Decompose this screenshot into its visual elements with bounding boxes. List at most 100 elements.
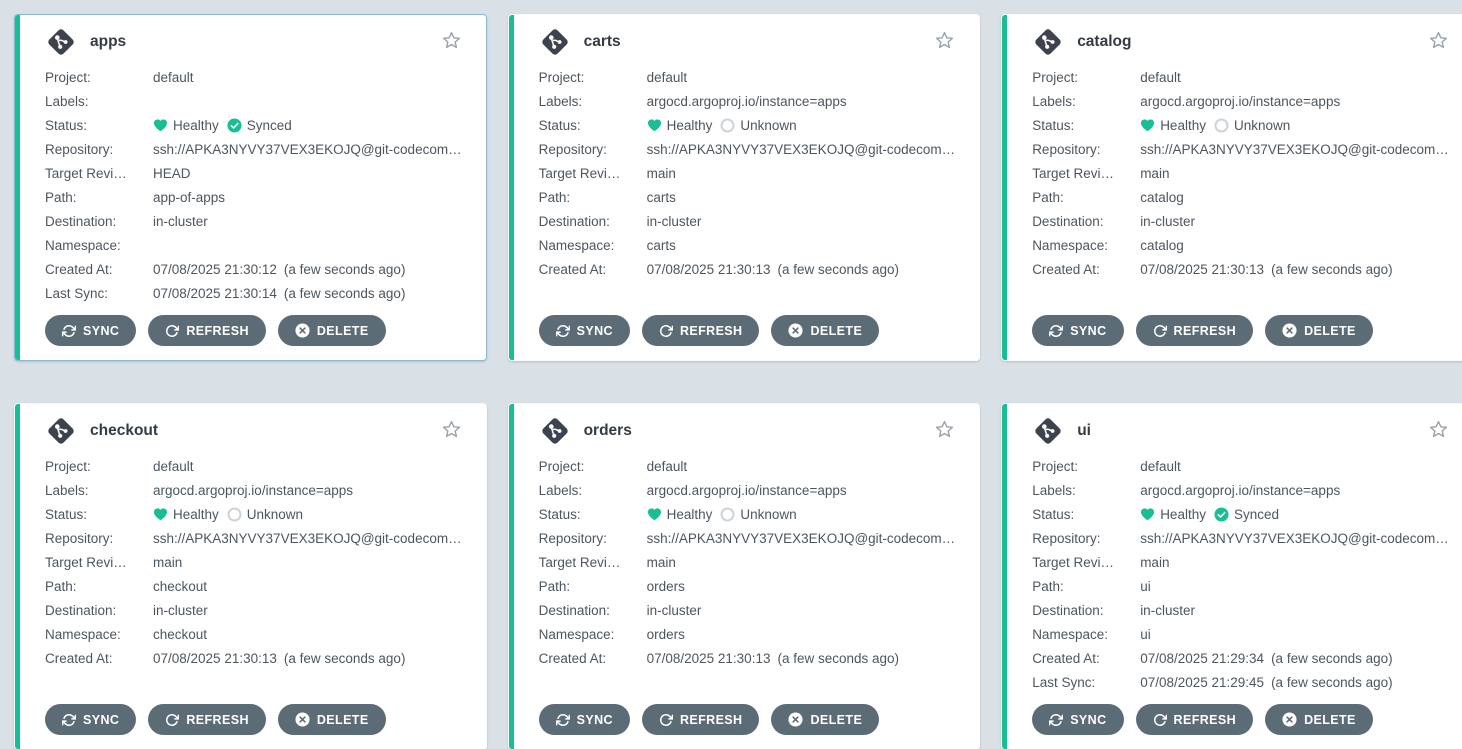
sync-button-label: SYNC — [83, 324, 119, 338]
created-at-value: 07/08/2025 21:29:34 (a few seconds ago) — [1140, 651, 1449, 666]
sync-button[interactable]: SYNC — [45, 315, 136, 346]
sync-button[interactable]: SYNC — [1032, 315, 1123, 346]
star-icon — [441, 30, 462, 54]
path-label: Path: — [45, 190, 153, 205]
delete-button[interactable]: DELETE — [771, 315, 879, 346]
path-label: Path: — [539, 579, 647, 594]
row-created-at: Created At: 07/08/2025 21:30:13(a few se… — [45, 646, 462, 670]
destination-value: in-cluster — [153, 214, 462, 229]
created-at-label: Created At: — [539, 262, 647, 277]
row-project: Project: default — [45, 454, 462, 478]
status-value: Healthy Synced — [153, 118, 462, 133]
row-repository: Repository: ssh://APKA3NYVY37VEX3EKOJQ@g… — [1032, 137, 1449, 161]
created-at-relative: (a few seconds ago) — [284, 651, 406, 666]
repository-value: ssh://APKA3NYVY37VEX3EKOJQ@git-codecom… — [1140, 142, 1449, 157]
sync-button[interactable]: SYNC — [539, 315, 630, 346]
path-value: catalog — [1140, 190, 1449, 205]
created-at-value: 07/08/2025 21:30:13(a few seconds ago) — [647, 262, 956, 277]
refresh-icon — [659, 713, 673, 727]
status-value: Healthy Unknown — [647, 118, 956, 133]
refresh-button[interactable]: REFRESH — [1136, 315, 1254, 346]
labels-value: argocd.argoproj.io/instance=apps — [1140, 483, 1449, 498]
refresh-button[interactable]: REFRESH — [148, 315, 266, 346]
application-card[interactable]: ui Project: default Labels: argocd.argop… — [1001, 403, 1462, 749]
sync-icon — [1049, 713, 1063, 727]
favorite-star-button[interactable] — [1428, 30, 1449, 54]
unknown-circle-icon — [227, 507, 242, 522]
destination-label: Destination: — [539, 603, 647, 618]
applications-grid: apps Project: default Labels: Status: — [0, 0, 1462, 749]
delete-button-label: DELETE — [1304, 324, 1356, 338]
created-at-value: 07/08/2025 21:30:13(a few seconds ago) — [647, 651, 956, 666]
refresh-button[interactable]: REFRESH — [1136, 704, 1254, 735]
row-project: Project: default — [1032, 65, 1449, 89]
application-title: orders — [584, 422, 632, 440]
row-created-at: Created At: 07/08/2025 21:30:13(a few se… — [539, 646, 956, 670]
refresh-icon — [1153, 713, 1167, 727]
application-card[interactable]: carts Project: default Labels: argocd.ar… — [508, 14, 981, 361]
row-repository: Repository: ssh://APKA3NYVY37VEX3EKOJQ@g… — [1032, 526, 1449, 550]
application-card[interactable]: orders Project: default Labels: argocd.a… — [508, 403, 981, 749]
project-value: default — [153, 70, 462, 85]
namespace-label: Namespace: — [45, 238, 153, 253]
delete-icon — [1282, 323, 1297, 338]
row-namespace: Namespace: orders — [539, 622, 956, 646]
application-card[interactable]: apps Project: default Labels: Status: — [14, 14, 487, 361]
row-path: Path: orders — [539, 574, 956, 598]
row-target-revision: Target Revi… main — [45, 550, 462, 574]
namespace-label: Namespace: — [1032, 627, 1140, 642]
favorite-star-button[interactable] — [1428, 419, 1449, 443]
card-actions: SYNC REFRESH DELETE — [45, 694, 462, 735]
refresh-button[interactable]: REFRESH — [148, 704, 266, 735]
target-revision-value: main — [153, 555, 462, 570]
path-label: Path: — [1032, 190, 1140, 205]
card-fields: Project: default Labels: argocd.argoproj… — [1032, 65, 1449, 305]
application-git-icon — [45, 26, 77, 58]
created-at-relative: (a few seconds ago) — [1271, 651, 1393, 666]
synced-check-icon — [1214, 507, 1229, 522]
favorite-star-button[interactable] — [441, 419, 462, 443]
namespace-value: carts — [647, 238, 956, 253]
refresh-button[interactable]: REFRESH — [642, 315, 760, 346]
destination-label: Destination: — [45, 603, 153, 618]
delete-button[interactable]: DELETE — [771, 704, 879, 735]
sync-button[interactable]: SYNC — [1032, 704, 1123, 735]
status-label: Status: — [539, 118, 647, 133]
star-icon — [1428, 30, 1449, 54]
sync-status-text: Unknown — [1234, 118, 1290, 133]
row-destination: Destination: in-cluster — [1032, 598, 1449, 622]
path-label: Path: — [539, 190, 647, 205]
unknown-circle-icon — [720, 118, 735, 133]
row-project: Project: default — [1032, 454, 1449, 478]
sync-button[interactable]: SYNC — [45, 704, 136, 735]
status-value: Healthy Unknown — [153, 507, 462, 522]
row-namespace: Namespace: — [45, 233, 462, 257]
last-sync-label: Last Sync: — [45, 286, 153, 301]
application-card[interactable]: catalog Project: default Labels: argocd.… — [1001, 14, 1462, 361]
sync-button[interactable]: SYNC — [539, 704, 630, 735]
repository-label: Repository: — [539, 531, 647, 546]
delete-button[interactable]: DELETE — [278, 315, 386, 346]
last-sync-value: 07/08/2025 21:29:45(a few seconds ago) — [1140, 675, 1449, 690]
favorite-star-button[interactable] — [441, 30, 462, 54]
target-revision-label: Target Revi… — [539, 166, 647, 181]
favorite-star-button[interactable] — [934, 30, 955, 54]
target-revision-label: Target Revi… — [539, 555, 647, 570]
sync-status-text: Unknown — [247, 507, 303, 522]
target-revision-label: Target Revi… — [1032, 555, 1140, 570]
star-icon — [934, 419, 955, 443]
card-fields: Project: default Labels: argocd.argoproj… — [539, 65, 956, 305]
sync-status-text: Synced — [1234, 507, 1279, 522]
row-destination: Destination: in-cluster — [539, 598, 956, 622]
delete-button[interactable]: DELETE — [1265, 704, 1373, 735]
favorite-star-button[interactable] — [934, 419, 955, 443]
delete-button[interactable]: DELETE — [278, 704, 386, 735]
delete-button[interactable]: DELETE — [1265, 315, 1373, 346]
last-sync-relative: (a few seconds ago) — [1271, 675, 1393, 690]
labels-value: argocd.argoproj.io/instance=apps — [647, 483, 956, 498]
star-icon — [441, 419, 462, 443]
created-at-date: 07/08/2025 21:29:34 — [1140, 651, 1264, 666]
application-card[interactable]: checkout Project: default Labels: argocd… — [14, 403, 487, 749]
row-labels: Labels: — [45, 89, 462, 113]
refresh-button[interactable]: REFRESH — [642, 704, 760, 735]
